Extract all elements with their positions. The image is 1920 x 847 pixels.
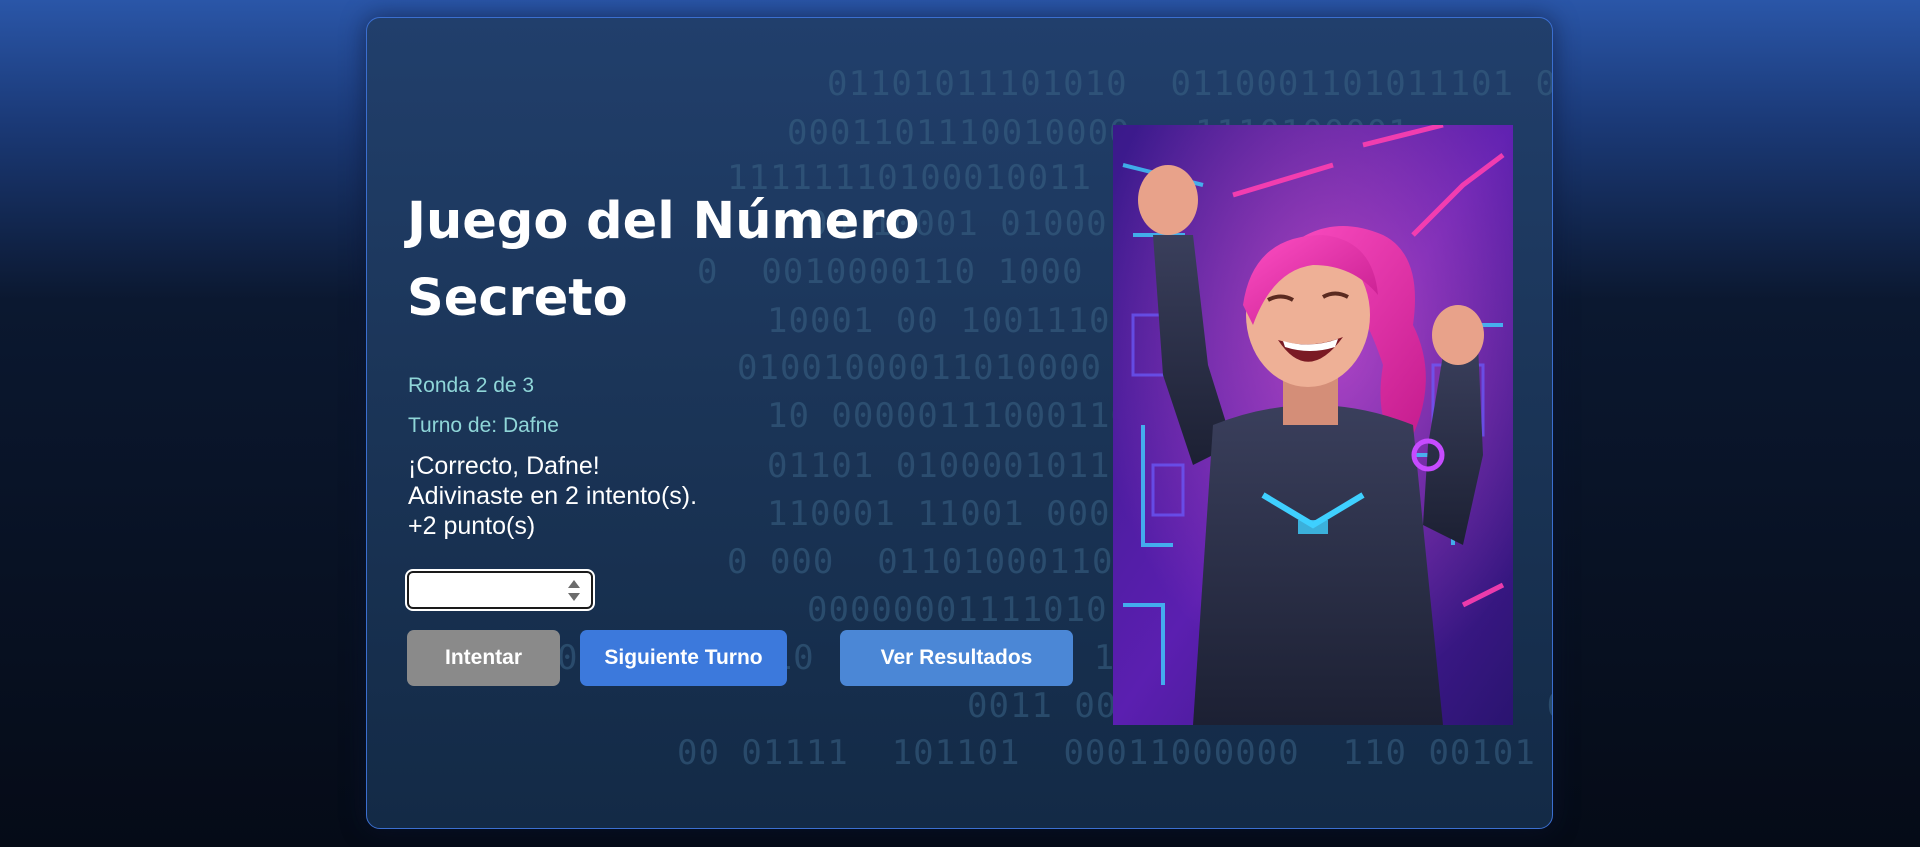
celebration-illustration-icon	[1113, 125, 1513, 725]
result-message-line: ¡Correcto, Dafne!	[408, 452, 600, 480]
next-turn-button[interactable]: Siguiente Turno	[580, 630, 787, 686]
try-button[interactable]: Intentar	[407, 630, 560, 686]
spinner-down-icon[interactable]	[568, 593, 580, 601]
celebration-image	[1113, 125, 1513, 725]
turn-indicator: Turno de: Dafne	[408, 414, 559, 437]
result-message: ¡Correcto, Dafne! Adivinaste en 2 intent…	[408, 451, 808, 541]
page-title: Juego del Número Secreto	[407, 192, 920, 328]
game-card: 01101011101010 0110001101011101 0 000110…	[366, 17, 1553, 829]
result-message-line: +2 punto(s)	[408, 512, 536, 540]
result-message-line: Adivinaste en 2 intento(s).	[408, 482, 698, 510]
round-indicator: Ronda 2 de 3	[408, 374, 535, 397]
spinner-up-icon[interactable]	[568, 580, 580, 588]
view-results-button[interactable]: Ver Resultados	[840, 630, 1073, 686]
number-spinner[interactable]	[566, 579, 582, 603]
